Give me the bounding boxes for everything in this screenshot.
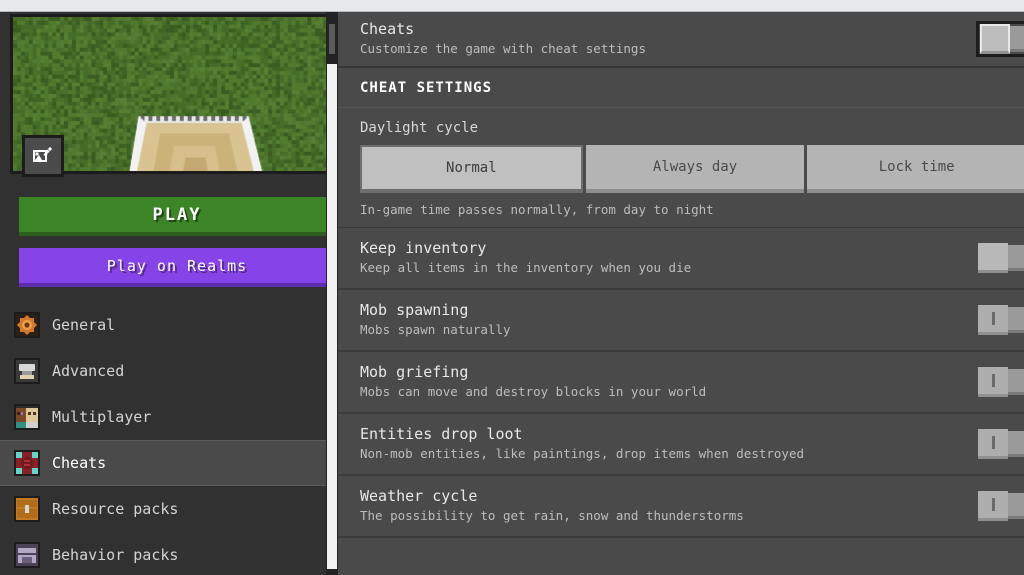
sidebar-item-behavior-packs[interactable]: Behavior packs: [0, 532, 338, 575]
sidebar-scrollbar[interactable]: [326, 12, 338, 575]
setting-title: Keep inventory: [360, 239, 1024, 257]
weather-cycle-toggle[interactable]: [978, 491, 1024, 521]
cheats-settings-panel: Cheats Customize the game with cheat set…: [338, 12, 1024, 575]
sidebar-item-label: Behavior packs: [52, 546, 178, 564]
mob-spawning-toggle[interactable]: [978, 305, 1024, 335]
play-on-realms-button[interactable]: Play on Realms: [19, 248, 335, 287]
toggle-track: [1008, 369, 1024, 395]
play-button[interactable]: PLAY: [19, 197, 335, 236]
sidebar-item-label: Multiplayer: [52, 408, 151, 426]
setting-title: Mob griefing: [360, 363, 1024, 381]
setting-description: Mobs spawn naturally: [360, 322, 1024, 338]
segment-lock-time[interactable]: Lock time: [807, 145, 1024, 193]
page-title: Cheats: [360, 20, 1024, 38]
toggle-on-bar-icon: [992, 436, 995, 449]
segment-always-day[interactable]: Always day: [586, 145, 805, 193]
setting-row-mob-griefing[interactable]: Mob griefing Mobs can move and destroy b…: [338, 352, 1024, 414]
sidebar-item-label: General: [52, 316, 115, 334]
segment-normal[interactable]: Normal: [360, 145, 583, 193]
chest-icon: [14, 496, 40, 522]
setting-description: Non-mob entities, like paintings, drop i…: [360, 446, 1024, 462]
toggle-on-bar-icon: [992, 498, 995, 511]
sidebar-item-label: Advanced: [52, 362, 124, 380]
daylight-cycle-label: Daylight cycle: [360, 120, 1024, 136]
entities-drop-loot-toggle[interactable]: [978, 429, 1024, 459]
setting-description: Keep all items in the inventory when you…: [360, 260, 1024, 276]
toggle-knob: [978, 367, 1008, 397]
toggle-knob: [978, 429, 1008, 459]
setting-title: Mob spawning: [360, 301, 1024, 319]
setting-row-keep-inventory[interactable]: Keep inventory Keep all items in the inv…: [338, 228, 1024, 290]
setting-description: Mobs can move and destroy blocks in your…: [360, 384, 1024, 400]
setting-row-entities-drop-loot[interactable]: Entities drop loot Non-mob entities, lik…: [338, 414, 1024, 476]
sidebar-scrollbar-up-indicator: [329, 24, 335, 54]
daylight-cycle-description: In-game time passes normally, from day t…: [360, 202, 1024, 217]
mob-griefing-toggle[interactable]: [978, 367, 1024, 397]
toggle-on-bar-icon: [992, 374, 995, 387]
toggle-track: [1008, 493, 1024, 519]
page-description: Customize the game with cheat settings: [360, 41, 1024, 57]
segment-label: Always day: [653, 159, 737, 175]
sidebar-item-advanced[interactable]: Advanced: [0, 348, 338, 394]
sidebar-scrollbar-thumb[interactable]: [327, 64, 337, 569]
setting-row-mob-spawning[interactable]: Mob spawning Mobs spawn naturally: [338, 290, 1024, 352]
gear-icon: [14, 312, 40, 338]
sidebar-item-multiplayer[interactable]: Multiplayer: [0, 394, 338, 440]
keep-inventory-toggle[interactable]: [978, 243, 1024, 273]
toggle-knob: [978, 491, 1008, 521]
sidebar-item-resource-packs[interactable]: Resource packs: [0, 486, 338, 532]
image-edit-icon[interactable]: [22, 135, 64, 177]
sidebar-nav: General Advanced: [0, 302, 338, 575]
segment-label: Normal: [446, 160, 497, 176]
toggle-track: [1008, 307, 1024, 333]
toggle-knob: [978, 305, 1008, 335]
sidebar-item-cheats[interactable]: Cheats: [0, 440, 338, 486]
daylight-cycle-segmented-control: Normal Always day Lock time: [360, 145, 1024, 193]
play-on-realms-label: Play on Realms: [107, 257, 247, 275]
sidebar-item-label: Resource packs: [52, 500, 178, 518]
command-block-icon: [14, 450, 40, 476]
sidebar: PLAY Play on Realms General: [0, 12, 338, 575]
toggle-knob: [978, 243, 1008, 273]
toggle-track: [1008, 245, 1024, 271]
setting-description: The possibility to get rain, snow and th…: [360, 508, 1024, 524]
toggle-on-bar-icon: [992, 312, 995, 325]
daylight-cycle-setting: Daylight cycle Normal Always day Lock ti…: [338, 108, 1024, 228]
setting-title: Entities drop loot: [360, 425, 1024, 443]
section-title: CHEAT SETTINGS: [338, 68, 1024, 108]
minecraft-world-settings-screen: PLAY Play on Realms General: [0, 12, 1024, 575]
toggle-track: [1010, 26, 1024, 52]
sidebar-item-label: Cheats: [52, 454, 106, 472]
sidebar-item-general[interactable]: General: [0, 302, 338, 348]
image-edit-glyph: [31, 144, 55, 168]
setting-title: Weather cycle: [360, 487, 1024, 505]
players-icon: [14, 404, 40, 430]
anvil-icon: [14, 358, 40, 384]
cheats-master-row[interactable]: Cheats Customize the game with cheat set…: [338, 12, 1024, 68]
play-button-label: PLAY: [153, 205, 202, 225]
setting-row-weather-cycle[interactable]: Weather cycle The possibility to get rai…: [338, 476, 1024, 538]
purple-chest-icon: [14, 542, 40, 568]
toggle-track: [1008, 431, 1024, 457]
toggle-knob: [980, 24, 1010, 54]
browser-chrome-bar: [0, 0, 1024, 12]
cheats-master-toggle[interactable]: [976, 21, 1024, 57]
segment-label: Lock time: [879, 159, 955, 175]
